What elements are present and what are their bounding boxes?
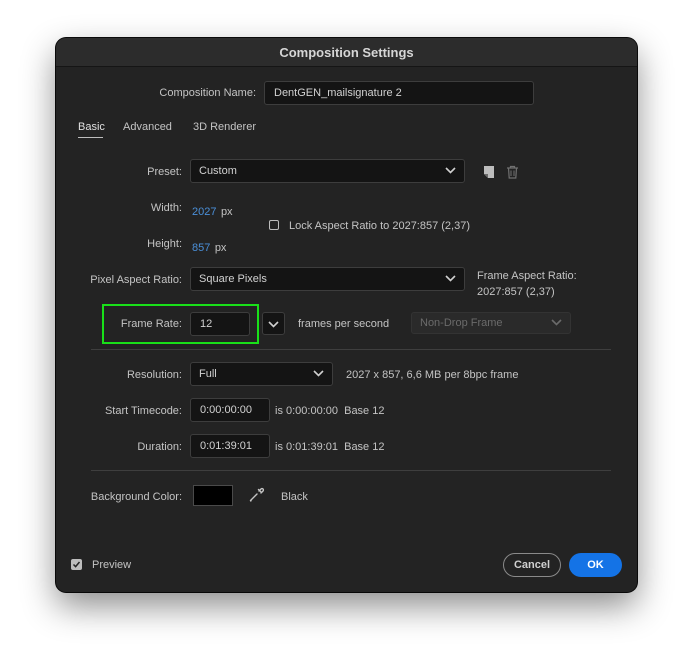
ok-button[interactable]: OK <box>569 553 622 577</box>
width-field[interactable]: 2027 px <box>192 202 233 220</box>
active-tab-underline <box>78 137 103 138</box>
duration-input[interactable]: 0:01:39:01 <box>190 434 270 458</box>
drop-frame-value: Non-Drop Frame <box>420 317 503 329</box>
delete-preset-icon[interactable] <box>506 165 519 179</box>
chevron-down-icon <box>268 315 279 333</box>
section-divider <box>91 349 611 350</box>
preset-dropdown[interactable]: Custom <box>190 159 465 183</box>
background-color-label: Background Color: <box>90 491 182 503</box>
height-value[interactable]: 857 <box>192 242 210 254</box>
eyedropper-icon[interactable] <box>248 487 265 503</box>
preset-label: Preset: <box>147 166 182 178</box>
tab-basic[interactable]: Basic <box>78 121 105 133</box>
tab-3d-renderer[interactable]: 3D Renderer <box>193 121 256 133</box>
frame-rate-presets-button[interactable] <box>262 312 285 335</box>
height-unit: px <box>214 242 227 254</box>
chevron-down-icon <box>445 273 456 285</box>
drop-frame-dropdown: Non-Drop Frame <box>411 312 571 334</box>
preview-label[interactable]: Preview <box>92 559 131 571</box>
lock-aspect-checkbox[interactable] <box>269 220 279 230</box>
duration-info: is 0:01:39:01 Base 12 <box>275 441 385 453</box>
start-timecode-value: 0:00:00:00 <box>200 404 252 416</box>
tab-advanced[interactable]: Advanced <box>123 121 172 133</box>
frame-rate-value: 12 <box>200 318 213 330</box>
composition-name-input[interactable]: DentGEN_mailsignature 2 <box>264 81 534 105</box>
frame-rate-label: Frame Rate: <box>120 318 182 330</box>
pixel-aspect-label: Pixel Aspect Ratio: <box>90 274 182 286</box>
section-divider <box>91 470 611 471</box>
chevron-down-icon <box>313 368 324 380</box>
frame-rate-input[interactable]: 12 <box>190 312 250 336</box>
frame-aspect-value: 2027:857 (2,37) <box>477 286 555 298</box>
start-timecode-input[interactable]: 0:00:00:00 <box>190 398 270 422</box>
composition-settings-dialog: Composition Settings Composition Name: D… <box>56 38 637 592</box>
duration-label: Duration: <box>137 441 182 453</box>
frame-rate-unit: frames per second <box>298 318 390 330</box>
composition-name-label: Composition Name: <box>159 87 256 99</box>
width-label: Width: <box>150 202 182 214</box>
height-field[interactable]: 857 px <box>192 238 226 256</box>
width-unit: px <box>220 206 233 218</box>
duration-value: 0:01:39:01 <box>200 440 252 452</box>
composition-name-value: DentGEN_mailsignature 2 <box>274 87 402 99</box>
resolution-label: Resolution: <box>126 369 182 381</box>
save-preset-icon[interactable] <box>482 165 496 179</box>
pixel-aspect-dropdown[interactable]: Square Pixels <box>190 267 465 291</box>
resolution-value: Full <box>199 368 217 380</box>
checkmark-icon <box>72 561 81 568</box>
dialog-title: Composition Settings <box>56 38 637 67</box>
pixel-aspect-value: Square Pixels <box>199 273 267 285</box>
cancel-button[interactable]: Cancel <box>503 553 561 577</box>
height-label: Height: <box>147 238 182 250</box>
preview-checkbox[interactable] <box>71 559 82 570</box>
resolution-info: 2027 x 857, 6,6 MB per 8bpc frame <box>346 369 519 381</box>
frame-aspect-label: Frame Aspect Ratio: <box>477 270 577 282</box>
start-timecode-info: is 0:00:00:00 Base 12 <box>275 405 385 417</box>
background-color-name: Black <box>281 491 308 503</box>
chevron-down-icon <box>445 165 456 177</box>
resolution-dropdown[interactable]: Full <box>190 362 333 386</box>
width-value[interactable]: 2027 <box>192 206 216 218</box>
lock-aspect-label: Lock Aspect Ratio to 2027:857 (2,37) <box>289 220 471 232</box>
background-color-swatch[interactable] <box>193 485 233 506</box>
preset-value: Custom <box>199 165 237 177</box>
chevron-down-icon <box>551 317 562 329</box>
start-timecode-label: Start Timecode: <box>104 405 182 417</box>
